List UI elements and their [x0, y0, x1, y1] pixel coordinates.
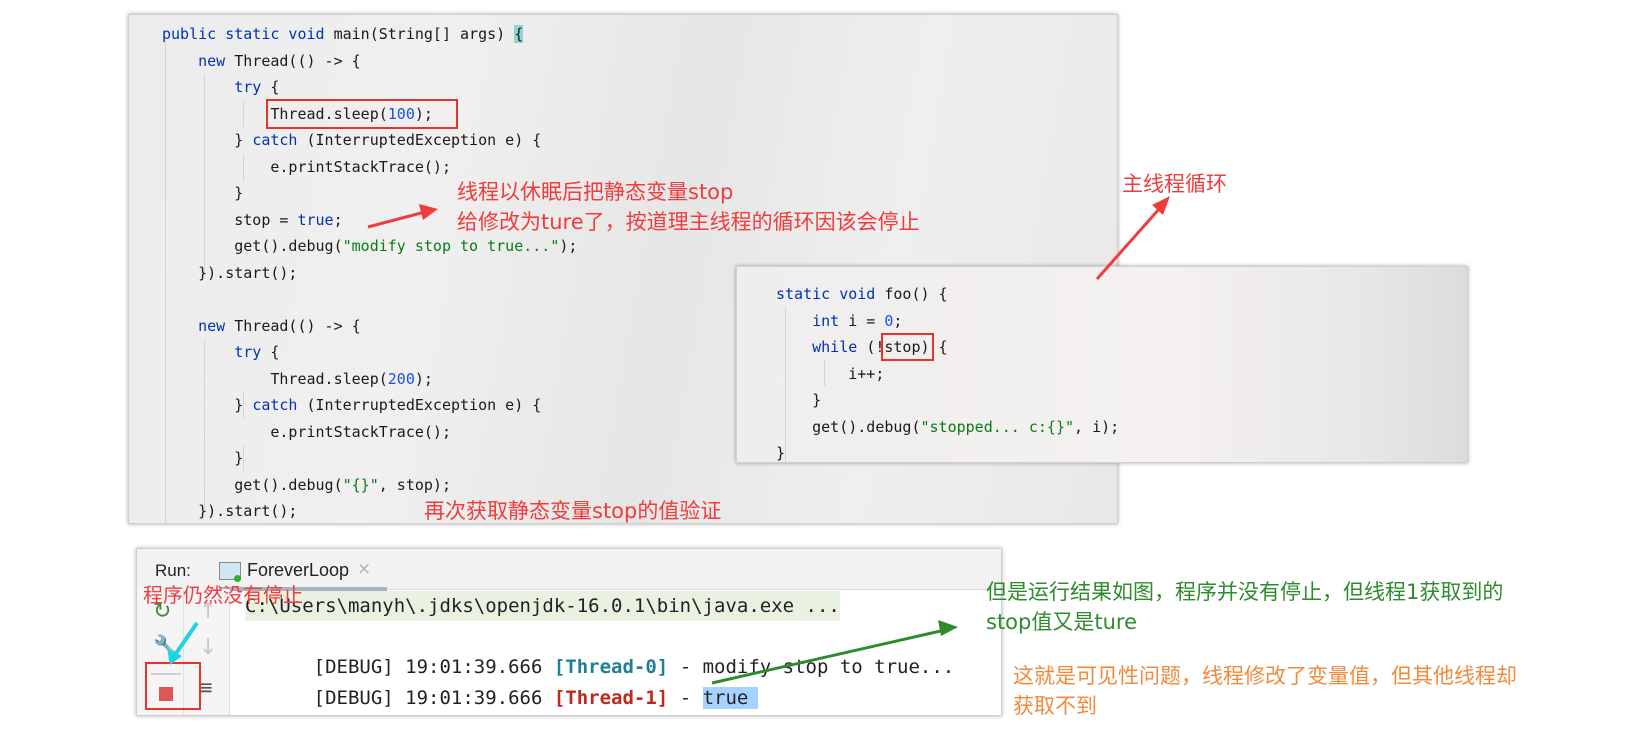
sleep-100-highlight [266, 99, 458, 129]
keyword-token: new [162, 316, 235, 335]
code-token: i++; [776, 364, 885, 383]
code-line: try { [162, 74, 279, 100]
code-token: stop = [162, 210, 298, 229]
not-stop-highlight [881, 333, 934, 361]
code-token: foo() { [884, 285, 948, 303]
code-line: } [162, 180, 243, 206]
code-line: new Thread(() -> { [162, 313, 361, 339]
keyword-token: try [162, 78, 271, 96]
code-token: get().debug( [162, 475, 343, 494]
tab-name: ForeverLoop [247, 560, 350, 580]
code-line: Thread.sleep(200); [162, 366, 433, 392]
main-loop-note: 主线程循环 [1122, 172, 1227, 196]
code-token: } [162, 449, 244, 467]
keyword-token: public static void [162, 25, 334, 43]
code-token: e.printStackTrace(); [162, 422, 451, 441]
visibility-note-line2: 获取不到 [1013, 694, 1097, 718]
result-note-line2: stop值又是ture [986, 610, 1137, 634]
console-command-line: C:\Users\manyh\.jdks\openjdk-16.0.1\bin\… [245, 591, 840, 621]
code-token: } [162, 396, 253, 414]
wrench-icon[interactable]: 🔧 [153, 635, 180, 660]
keyword-token: catch [252, 131, 307, 149]
code-token: } [162, 184, 244, 202]
keyword-token: new [162, 51, 235, 70]
code-token: Thread(() -> { [234, 51, 361, 70]
string-token: "modify stop to true..." [342, 237, 560, 255]
run-label: Run: [155, 561, 191, 580]
code-token: ); [559, 237, 578, 255]
code-token: , i); [1074, 417, 1120, 436]
code-line: int i = 0; [776, 308, 902, 334]
code-line: } [162, 445, 243, 471]
keyword-token: true [297, 210, 334, 229]
log-sep: - [668, 687, 703, 709]
keyword-token: int [776, 311, 849, 330]
code-token: } [776, 444, 786, 462]
string-token: "{}" [342, 475, 379, 494]
code-line: e.printStackTrace(); [162, 154, 451, 180]
code-token: ; [893, 311, 903, 330]
code-line: get().debug("{}", stop); [162, 472, 451, 498]
sleep-note-line1: 线程以休眠后把静态变量stop [457, 180, 734, 204]
code-token: e.printStackTrace(); [162, 157, 451, 176]
keyword-token: static void [776, 285, 885, 303]
code-token: { [270, 78, 280, 96]
code-line: } [776, 387, 821, 413]
code-token: }).start(); [162, 502, 298, 520]
visibility-note-line1: 这就是可见性问题，线程修改了变量值，但其他线程却 [1013, 664, 1517, 688]
code-token: , stop); [378, 475, 451, 494]
code-line: i++; [776, 361, 884, 387]
code-line: e.printStackTrace(); [162, 419, 451, 445]
code-line: }).start(); [162, 498, 297, 524]
code-token: } [776, 391, 822, 409]
console-line: [DEBUG] 19:01:39.666 [Thread-1] - true [245, 653, 759, 709]
keyword-token: catch [252, 396, 307, 414]
string-token: "stopped... c:{}" [920, 417, 1075, 436]
code-line: } catch (InterruptedException e) { [162, 127, 541, 153]
code-token: (InterruptedException e) { [306, 131, 542, 149]
result-note-line1: 但是运行结果如图，程序并没有停止，但线程1获取到的 [986, 580, 1504, 604]
keyword-token: try [162, 343, 271, 361]
sleep-note-line2: 给修改为ture了，按道理主线程的循环因该会停止 [457, 210, 920, 234]
code-line: get().debug("stopped... c:{}", i); [776, 414, 1119, 440]
code-line: stop = true; [162, 207, 343, 233]
code-token: ; [333, 210, 343, 229]
code-token: get().debug( [776, 417, 921, 436]
keyword-token: while [776, 338, 867, 356]
down-arrow-icon[interactable]: ↓ [199, 635, 217, 660]
thread-name: [Thread-1] [553, 687, 669, 709]
code-line: } [776, 440, 785, 466]
still-running-note: 程序仍然没有停止 [143, 583, 303, 607]
code-token: main(String[] args) [333, 25, 515, 43]
code-line: new Thread(() -> { [162, 48, 361, 74]
reread-note: 再次获取静态变量stop的值验证 [424, 499, 722, 523]
log-prefix: [DEBUG] 19:01:39.666 [313, 687, 554, 709]
console-line: [DEBUG] 19:01:39.666 [Thread-0] - modify… [245, 622, 955, 678]
code-token: ); [414, 369, 433, 388]
run-tool-window: Run: ForeverLoop × ↻ ↑ 🔧 ↓ ≡ C:\Users\ma… [136, 548, 1002, 716]
foo-code-panel: static void foo() { int i = 0; while (!s… [736, 266, 1468, 463]
code-token: i = [848, 311, 885, 330]
code-line: try { [162, 339, 279, 365]
code-token: Thread(() -> { [234, 316, 361, 335]
selected-log-message: true [702, 687, 759, 709]
code-line: } catch (InterruptedException e) { [162, 392, 541, 418]
code-token: (InterruptedException e) { [306, 396, 542, 414]
code-line: }).start(); [162, 260, 297, 286]
close-tab-icon[interactable]: × [357, 559, 371, 579]
number-token: 200 [387, 369, 415, 388]
code-line: get().debug("modify stop to true..."); [162, 233, 577, 259]
code-token: { [514, 25, 524, 43]
console-output[interactable]: C:\Users\manyh\.jdks\openjdk-16.0.1\bin\… [237, 589, 1001, 715]
code-token: { [270, 343, 280, 361]
code-line: static void foo() { [776, 281, 948, 307]
stop-button-highlight [145, 662, 201, 710]
code-token: Thread.sleep( [162, 369, 388, 388]
code-line: public static void main(String[] args) { [162, 21, 524, 47]
code-token: }).start(); [162, 263, 298, 282]
code-token: get().debug( [162, 237, 343, 255]
code-token: } [162, 131, 253, 149]
